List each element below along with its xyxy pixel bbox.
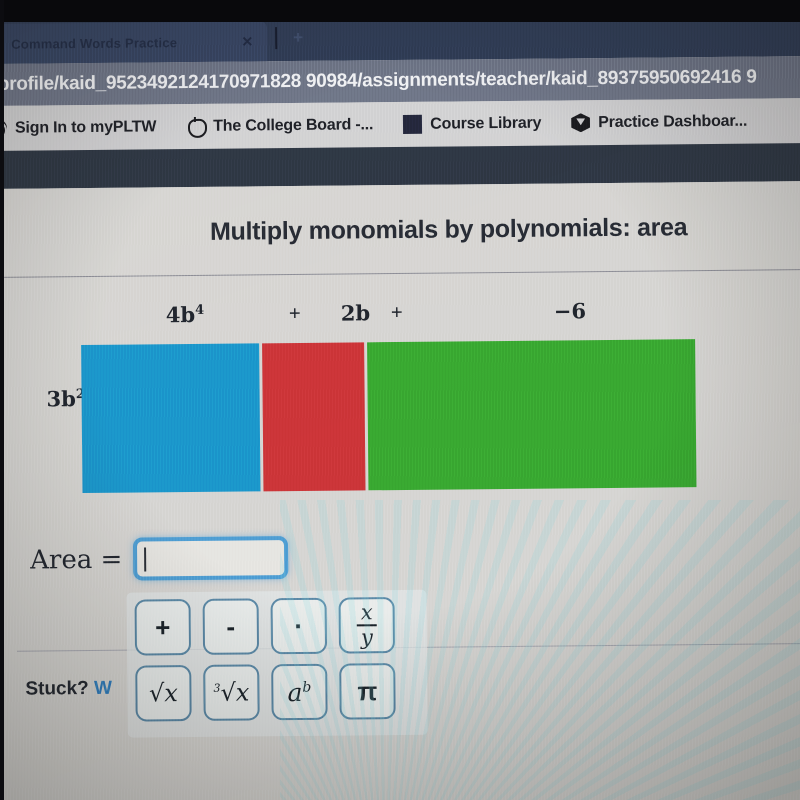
key-fraction[interactable]: x y — [338, 597, 396, 654]
answer-row: Area = — [30, 536, 289, 581]
stuck-prefix: Stuck? — [25, 677, 95, 700]
fraction-glyph: x y — [356, 599, 377, 650]
text-caret — [144, 546, 147, 571]
bookmark-practice-dashboard[interactable]: Practice Dashboar... — [571, 112, 747, 133]
key-cube-root[interactable]: 3√x — [203, 664, 260, 721]
area-rectangles — [81, 339, 697, 494]
bookmark-label: Practice Dashboar... — [598, 112, 748, 131]
tab-separator — [275, 27, 278, 50]
browser-tab[interactable]: Command Words Practice ✕ — [0, 21, 268, 64]
page-title: Multiply monomials by polynomials: area — [209, 213, 688, 246]
rectangle-blue — [81, 343, 261, 494]
fraction-denominator: y — [360, 625, 373, 650]
bookmark-course-library[interactable]: Course Library — [403, 114, 541, 134]
keypad-row-1: + - · x y — [134, 597, 420, 656]
answer-input[interactable] — [133, 536, 289, 581]
bookmark-label: The College Board -... — [213, 115, 374, 135]
column-labels: 4b4 + 2b + −6 — [94, 297, 724, 343]
url-text: g/profile/kaid_9523492124170971828 90984… — [0, 66, 757, 96]
operator-plus-2: + — [390, 299, 403, 325]
bookmark-label: Sign In to myPLTW — [14, 117, 157, 137]
bookmark-the-college-board[interactable]: The College Board -... — [186, 115, 373, 136]
screen-bezel-left — [0, 0, 4, 800]
exercise-page: Multiply monomials by polynomials: area … — [0, 181, 800, 800]
new-tab-icon[interactable]: + — [293, 28, 303, 48]
bookmark-sign-in-to-mypltw[interactable]: Sign In to myPLTW — [0, 117, 156, 138]
key-square-root[interactable]: √x — [135, 665, 192, 722]
close-icon[interactable]: ✕ — [235, 33, 259, 50]
column-label-blue: 4b4 — [165, 301, 205, 328]
fraction-numerator: x — [360, 599, 373, 624]
hexagon-icon — [571, 113, 590, 132]
area-model-diagram: 4b4 + 2b + −6 3b2 — [46, 297, 728, 504]
cube-root-glyph: 3√x — [213, 678, 250, 707]
browser-window: Command Words Practice ✕ + g/profile/kai… — [0, 10, 800, 800]
key-minus[interactable]: - — [202, 598, 260, 655]
stuck-link[interactable]: W — [94, 678, 112, 699]
screen-bezel-top — [0, 0, 800, 22]
square-icon — [403, 114, 423, 134]
stuck-hint[interactable]: Stuck? W — [25, 678, 112, 701]
divider-top — [0, 269, 800, 278]
key-multiply[interactable]: · — [270, 597, 328, 655]
column-label-red: 2b — [340, 300, 371, 326]
square-root-glyph: √x — [148, 679, 178, 708]
area-label: Area = — [30, 544, 123, 576]
photo-of-screen: Command Words Practice ✕ + g/profile/kai… — [0, 0, 800, 800]
exponent-glyph: ab — [287, 677, 312, 707]
keypad-row-2: √x 3√x ab π — [135, 663, 420, 722]
rectangle-red — [262, 342, 366, 492]
acorn-icon — [186, 117, 205, 136]
operator-plus-1: + — [288, 300, 301, 326]
key-plus[interactable]: + — [134, 599, 192, 656]
key-exponent[interactable]: ab — [271, 663, 328, 721]
bookmarks-bar: Sign In to myPLTW The College Board -...… — [0, 98, 800, 151]
column-label-green: −6 — [553, 298, 587, 324]
math-keypad: + - · x y √x 3√x ab π — [126, 589, 428, 738]
tab-title: Command Words Practice — [11, 34, 178, 52]
bookmark-label: Course Library — [430, 114, 542, 133]
rectangle-green — [367, 339, 697, 491]
key-pi[interactable]: π — [339, 663, 396, 720]
row-label: 3b2 — [46, 386, 85, 412]
